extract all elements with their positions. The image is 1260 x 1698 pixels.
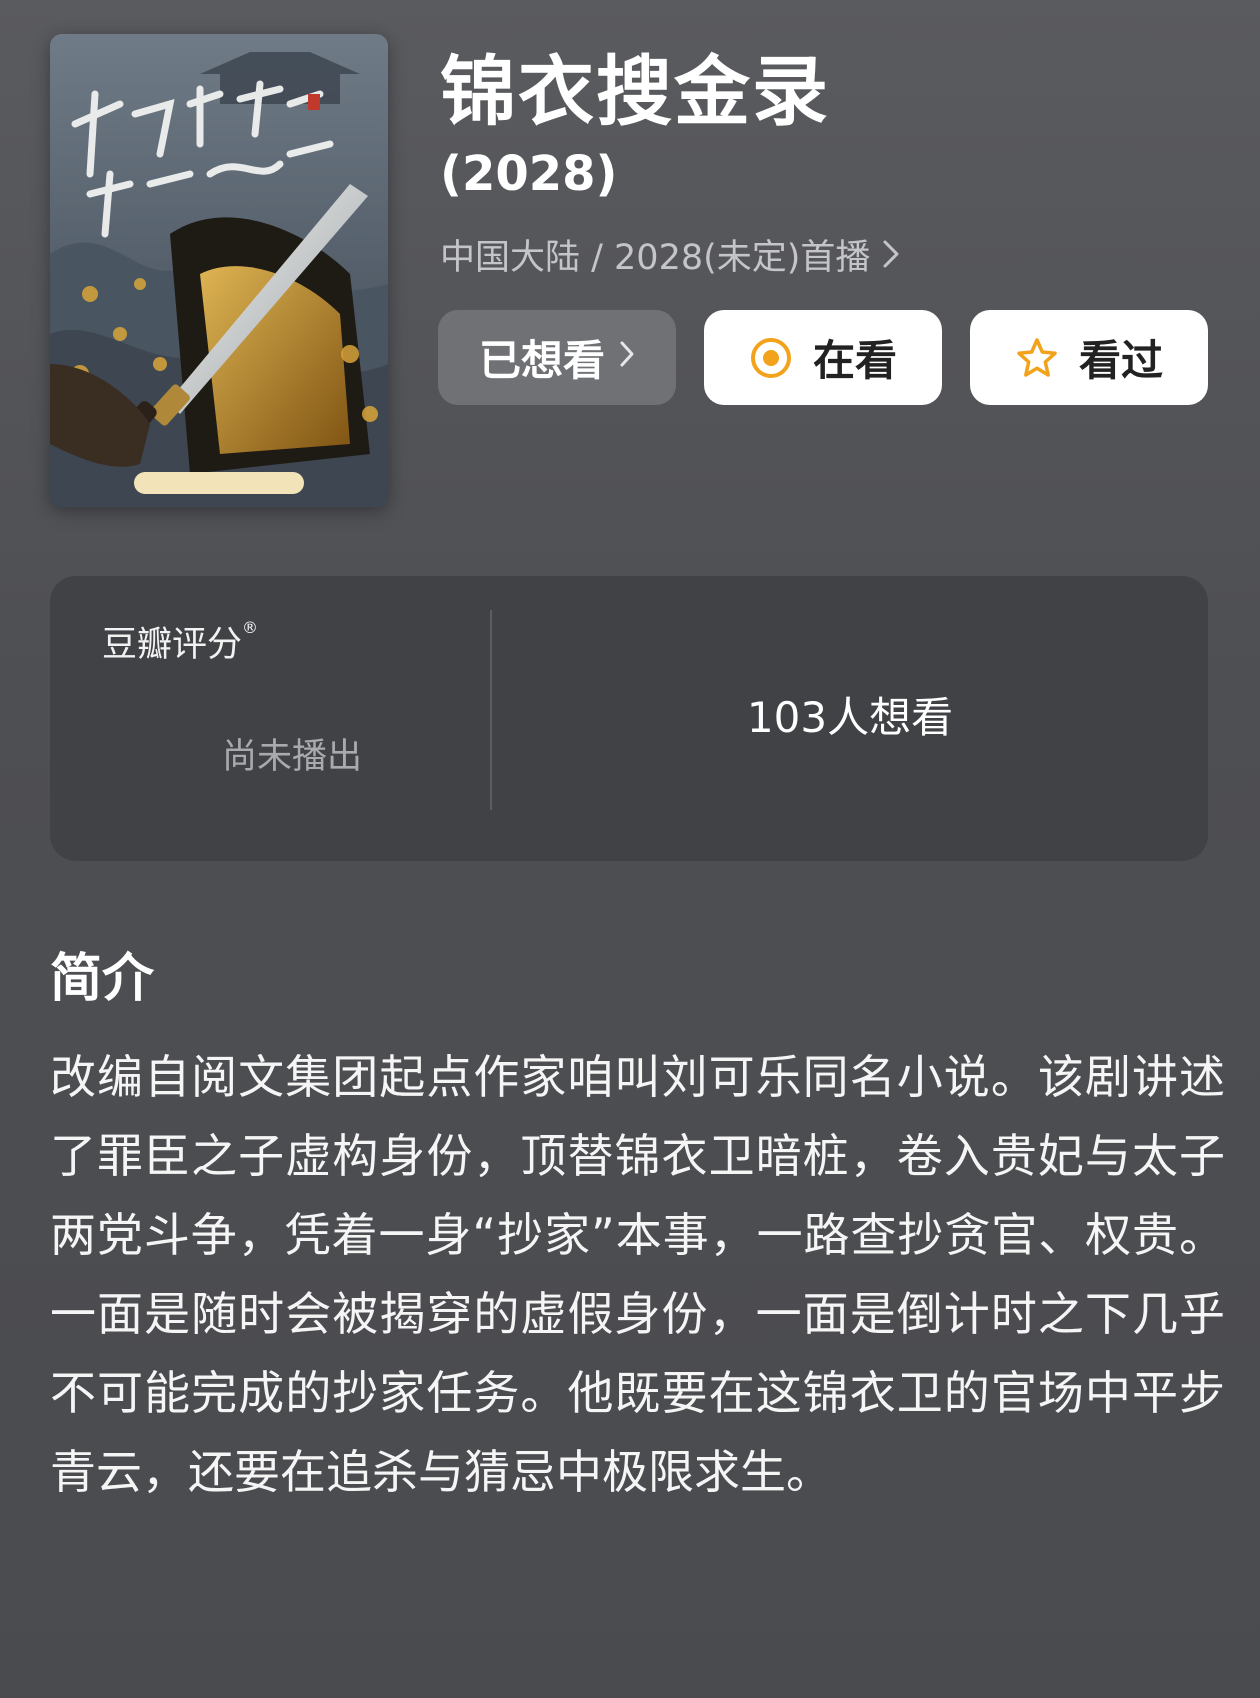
meta-text: 中国大陆 / 2028(未定)首播 [440, 238, 871, 278]
intro-heading: 简介 [50, 949, 155, 1009]
star-outline-icon [1015, 336, 1059, 380]
watching-button-label: 在看 [812, 336, 897, 385]
watching-button[interactable]: 在看 [704, 310, 942, 405]
movie-detail-page: 锦衣搜金录 (2028) 中国大陆 / 2028(未定)首播 已想看 在看 看过 [0, 0, 1260, 1698]
chevron-right-icon [882, 234, 900, 282]
rating-label-text: 豆瓣评分 [102, 625, 243, 665]
movie-year: (2028) [440, 146, 618, 202]
poster-image[interactable] [50, 34, 388, 507]
movie-title: 锦衣搜金录 [440, 47, 830, 136]
rating-status: 尚未播出 [222, 737, 363, 777]
wished-button[interactable]: 已想看 [438, 310, 676, 405]
registered-mark: ® [242, 618, 259, 637]
intro-text: 改编自阅文集团起点作家咱叫刘可乐同名小说。该剧讲述了罪臣之子虚构身份，顶替锦衣卫… [50, 1050, 1225, 1499]
rating-card: 豆瓣评分® 尚未播出 103人想看 [50, 576, 1208, 861]
chevron-right-icon [619, 337, 635, 378]
watched-button[interactable]: 看过 [970, 310, 1208, 405]
watched-button-label: 看过 [1078, 336, 1163, 385]
poster-artwork [50, 34, 388, 507]
douban-rating-label: 豆瓣评分® [102, 616, 258, 667]
wished-button-label: 已想看 [478, 336, 605, 385]
target-circle-icon [749, 336, 793, 380]
want-to-watch-count[interactable]: 103人想看 [492, 684, 1208, 745]
movie-meta[interactable]: 中国大陆 / 2028(未定)首播 [440, 234, 900, 282]
